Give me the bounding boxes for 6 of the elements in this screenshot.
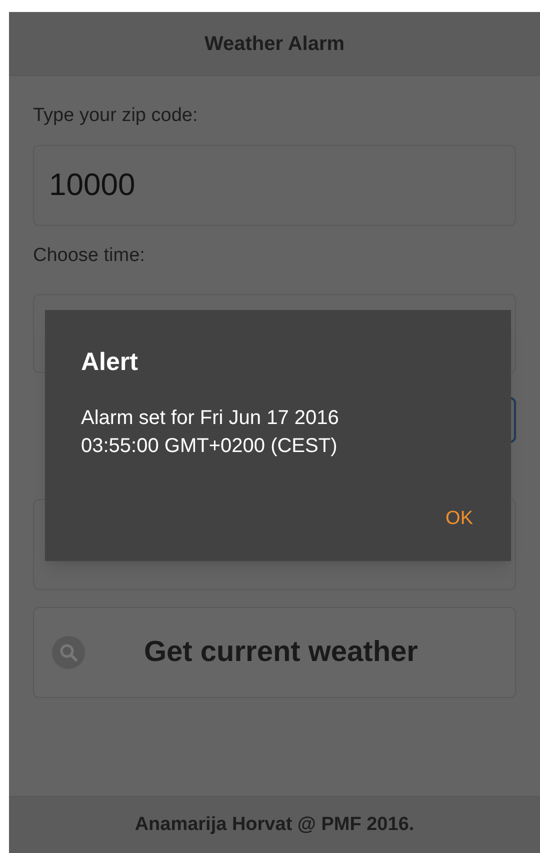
dialog-message: Alarm set for Fri Jun 17 2016 03:55:00 GMT+0200 (CEST)	[81, 406, 340, 458]
field-label: Choose time:	[33, 244, 145, 268]
footer-text: Anamarija Horvat @ PMF 2016.	[134, 812, 414, 837]
dialog-title: Alert	[81, 347, 138, 378]
header-title: Weather Alarm	[204, 32, 345, 56]
field-label: Type your zip code:	[33, 104, 198, 128]
